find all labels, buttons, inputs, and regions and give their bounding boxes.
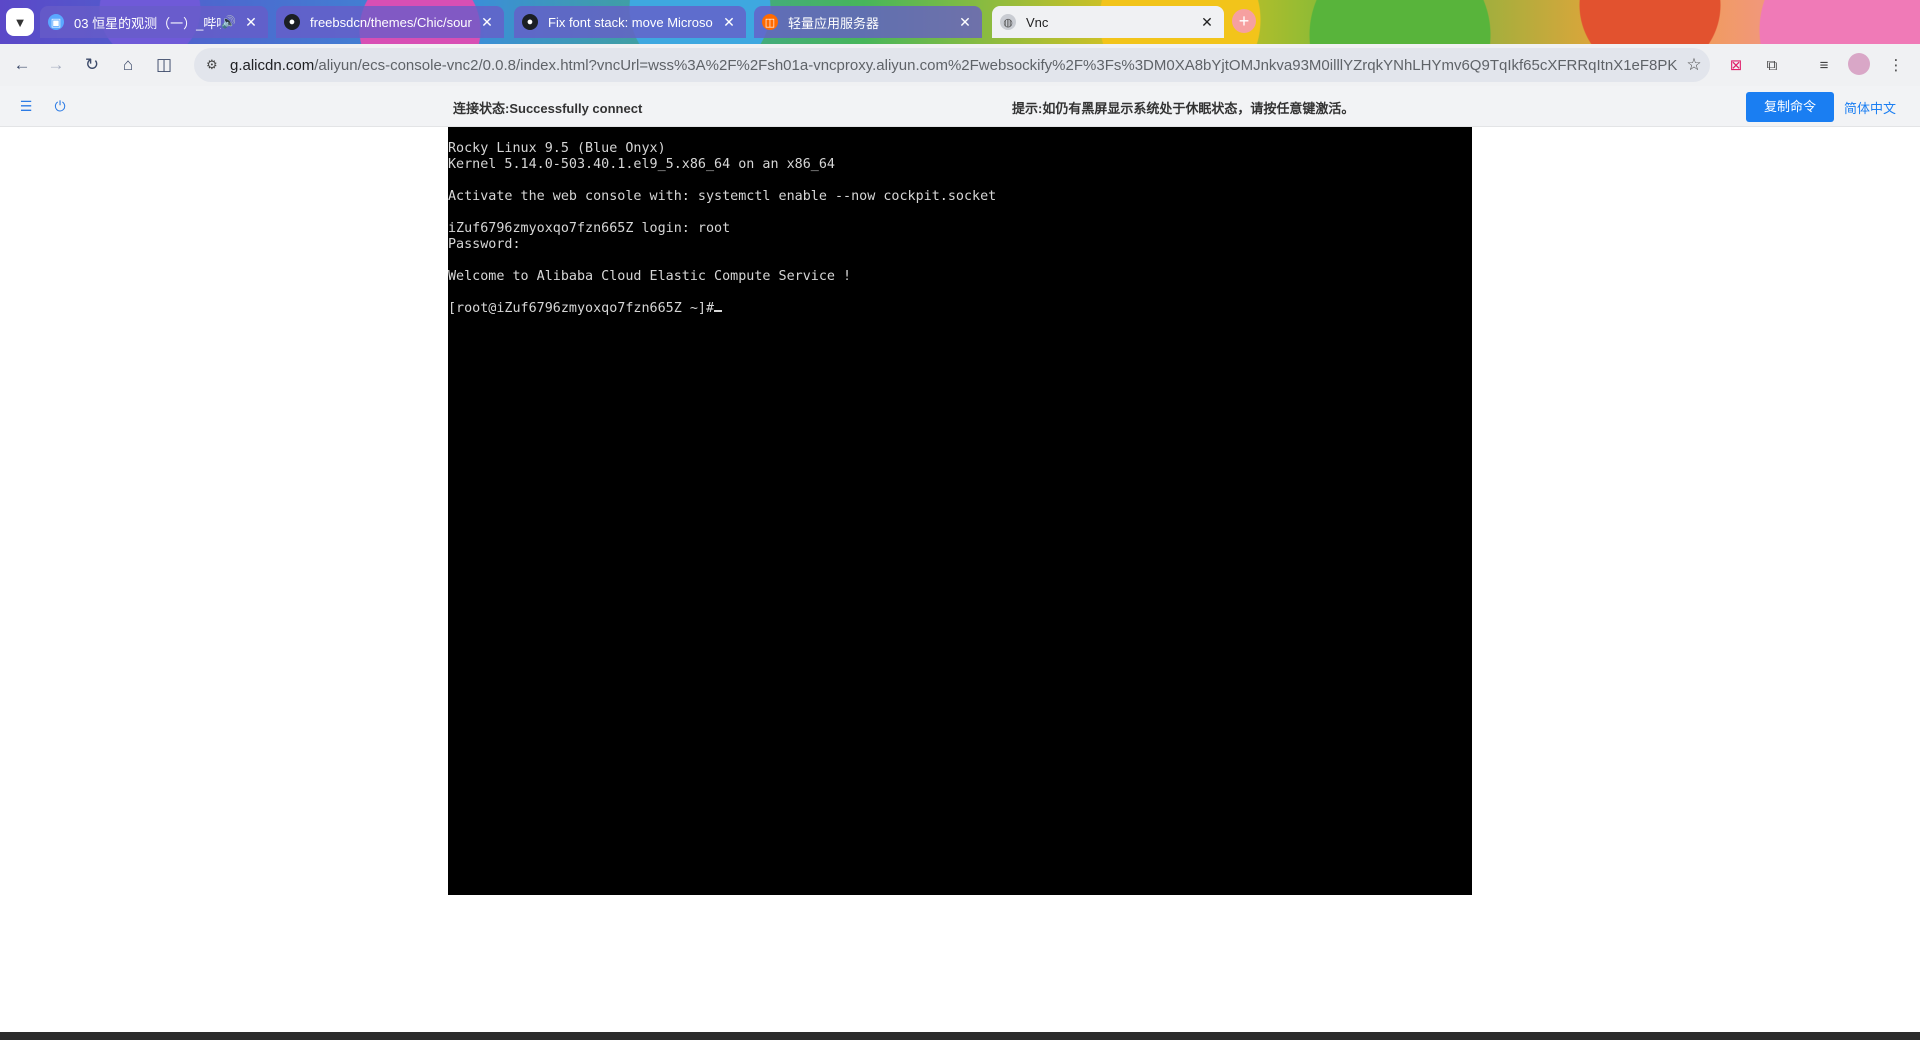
tab-strip: ▼ ▣ 03 恒星的观测（一）_哔哩 🔊 ✕ ● freebsdcn/theme…	[0, 0, 1920, 44]
shell-prompt: [root@iZuf6796zmyoxqo7fzn665Z ~]#	[448, 301, 715, 316]
terminal-line: Kernel 5.14.0-503.40.1.el9_5.x86_64 on a…	[448, 157, 835, 172]
tab-title: freebsdcn/themes/Chic/sour	[310, 14, 472, 30]
close-icon[interactable]: ✕	[720, 14, 738, 31]
close-icon[interactable]: ✕	[1198, 14, 1216, 31]
terminal-line: Welcome to Alibaba Cloud Elastic Compute…	[448, 269, 852, 284]
forward-button[interactable]: →	[42, 51, 70, 79]
terminal-cursor	[714, 310, 723, 312]
reload-button[interactable]: ↻	[78, 51, 106, 79]
browser-tab[interactable]: ▣ 03 恒星的观测（一）_哔哩 🔊 ✕	[40, 6, 268, 38]
arrow-left-icon: ←	[13, 55, 31, 74]
plus-icon: +	[1238, 11, 1250, 31]
arrow-right-icon: →	[47, 55, 65, 74]
reading-mode-button[interactable]: ◫	[150, 51, 178, 79]
avatar[interactable]	[1848, 53, 1870, 75]
close-icon[interactable]: ✕	[478, 14, 496, 31]
power-icon[interactable]: ⏻	[50, 96, 70, 116]
extensions-puzzle-icon[interactable]: ⧉	[1760, 53, 1784, 77]
aliyun-icon: ◫	[762, 14, 778, 30]
more-menu-icon[interactable]: ⋮	[1884, 53, 1908, 77]
tab-title: 03 恒星的观测（一）_哔哩	[74, 15, 222, 31]
close-icon[interactable]: ✕	[242, 14, 260, 31]
home-button[interactable]: ⌂	[114, 51, 142, 79]
tab-title: 轻量应用服务器	[788, 15, 880, 31]
terminal-line: Password:	[448, 237, 521, 252]
url-path: /aliyun/ecs-console-vnc2/0.0.8/index.htm…	[314, 56, 1678, 74]
translate-extension-icon[interactable]: ⊠	[1724, 53, 1748, 77]
connection-status: 连接状态:Successfully connect	[453, 101, 643, 116]
github-icon: ●	[284, 14, 300, 30]
globe-icon: ◍	[1000, 14, 1016, 30]
list-icon[interactable]: ☰	[16, 96, 36, 116]
tab-title: Fix font stack: move Microso	[548, 14, 713, 30]
browser-tab-active[interactable]: ◍ Vnc ✕	[992, 6, 1224, 38]
terminal-line: Rocky Linux 9.5 (Blue Onyx)	[448, 141, 666, 156]
back-button[interactable]: ←	[8, 51, 36, 79]
github-icon: ●	[522, 14, 538, 30]
taskbar-strip	[0, 1032, 1920, 1040]
vnc-header-bar: ☰ ⏻ 连接状态:Successfully connect 提示:如仍有黑屏显示…	[0, 86, 1920, 127]
language-select[interactable]: 简体中文	[1844, 98, 1896, 117]
terminal-line: Activate the web console with: systemctl…	[448, 189, 997, 204]
browser-tab[interactable]: ● Fix font stack: move Microso ✕	[514, 6, 746, 38]
site-info-icon[interactable]: ⚙	[206, 57, 226, 73]
terminal-prompt-line: [root@iZuf6796zmyoxqo7fzn665Z ~]#	[448, 301, 1472, 317]
terminal-line: iZuf6796zmyoxqo7fzn665Z login: root	[448, 221, 731, 236]
chevron-down-icon: ▼	[13, 14, 27, 30]
book-icon: ◫	[155, 55, 173, 74]
bilibili-icon: ▣	[48, 14, 64, 30]
reload-icon: ↻	[84, 55, 100, 74]
browser-toolbar: ← → ↻ ⌂ ◫ ⚙ g.alicdn.com/aliyun/ecs-cons…	[0, 44, 1920, 86]
sleep-hint: 提示:如仍有黑屏显示系统处于休眠状态，请按任意键激活。	[1012, 101, 1355, 116]
media-control-icon[interactable]: ≡	[1812, 53, 1836, 77]
tab-search-button[interactable]: ▼	[6, 8, 34, 36]
address-bar[interactable]: ⚙ g.alicdn.com/aliyun/ecs-console-vnc2/0…	[194, 48, 1710, 82]
new-tab-button[interactable]: +	[1232, 9, 1256, 33]
tab-title: Vnc	[1026, 14, 1049, 30]
url-domain: g.alicdn.com	[230, 56, 315, 74]
browser-tab[interactable]: ● freebsdcn/themes/Chic/sour ✕	[276, 6, 504, 38]
speaker-icon[interactable]: 🔊	[221, 15, 236, 29]
url-text[interactable]: g.alicdn.com/aliyun/ecs-console-vnc2/0.0…	[230, 57, 1678, 74]
vnc-terminal-screen[interactable]: Rocky Linux 9.5 (Blue Onyx) Kernel 5.14.…	[448, 127, 1472, 895]
browser-tab[interactable]: ◫ 轻量应用服务器 ✕	[754, 6, 982, 38]
close-icon[interactable]: ✕	[956, 14, 974, 31]
bookmark-star-icon[interactable]: ☆	[1678, 55, 1710, 75]
copy-command-button[interactable]: 复制命令	[1746, 92, 1834, 122]
home-icon: ⌂	[122, 55, 134, 74]
